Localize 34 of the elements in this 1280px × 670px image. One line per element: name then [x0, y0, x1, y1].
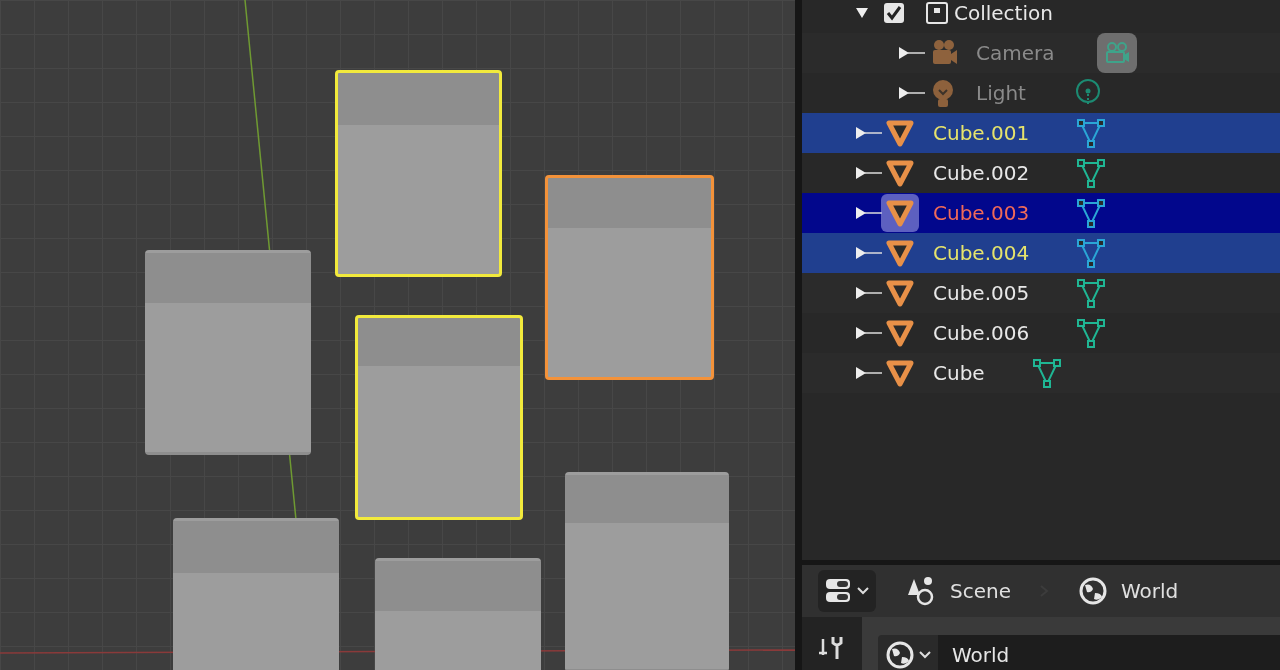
object-name[interactable]: Cube.006: [933, 321, 1030, 345]
breadcrumb-label[interactable]: World: [1121, 579, 1179, 603]
globe-icon: [884, 639, 916, 670]
object-name[interactable]: Cube.003: [933, 201, 1030, 225]
object-name[interactable]: Cube.002: [933, 161, 1030, 185]
expand-right-arrow-icon[interactable]: [856, 326, 882, 340]
expand-right-arrow-icon[interactable]: [856, 166, 882, 180]
caret-icon: [918, 650, 932, 660]
expand-right-arrow-icon[interactable]: [856, 286, 882, 300]
object-name[interactable]: Cube.001: [933, 121, 1030, 145]
collection-icon: [924, 0, 950, 26]
world-name-field[interactable]: World: [938, 635, 1280, 670]
expand-right-arrow-icon[interactable]: [856, 206, 882, 220]
object-name[interactable]: Camera: [976, 41, 1055, 65]
caret-icon: [856, 586, 870, 596]
camera-data-icon[interactable]: [1096, 33, 1137, 73]
object-name[interactable]: Cube.004: [933, 241, 1030, 265]
expand-right-arrow-icon[interactable]: [856, 366, 882, 380]
checkbox[interactable]: [882, 1, 906, 25]
object-name[interactable]: Cube: [933, 361, 985, 385]
expand-right-arrow-icon[interactable]: [899, 46, 925, 60]
expand-right-arrow-icon[interactable]: [899, 86, 925, 100]
outliner-row[interactable]: Cube.003: [802, 193, 1280, 233]
outliner-row[interactable]: Cube.001: [802, 113, 1280, 153]
globe-icon: [1077, 575, 1109, 607]
object-name[interactable]: Light: [976, 81, 1026, 105]
expand-right-arrow-icon[interactable]: [856, 126, 882, 140]
world-browse-button[interactable]: [878, 635, 938, 670]
outliner-row[interactable]: Cube.004: [802, 233, 1280, 273]
breadcrumb-label[interactable]: Scene: [950, 579, 1011, 603]
expand-right-arrow-icon[interactable]: [856, 246, 882, 260]
object-name[interactable]: Collection: [954, 1, 1053, 25]
editor-type-button[interactable]: [818, 570, 876, 612]
object-name[interactable]: Cube.005: [933, 281, 1030, 305]
